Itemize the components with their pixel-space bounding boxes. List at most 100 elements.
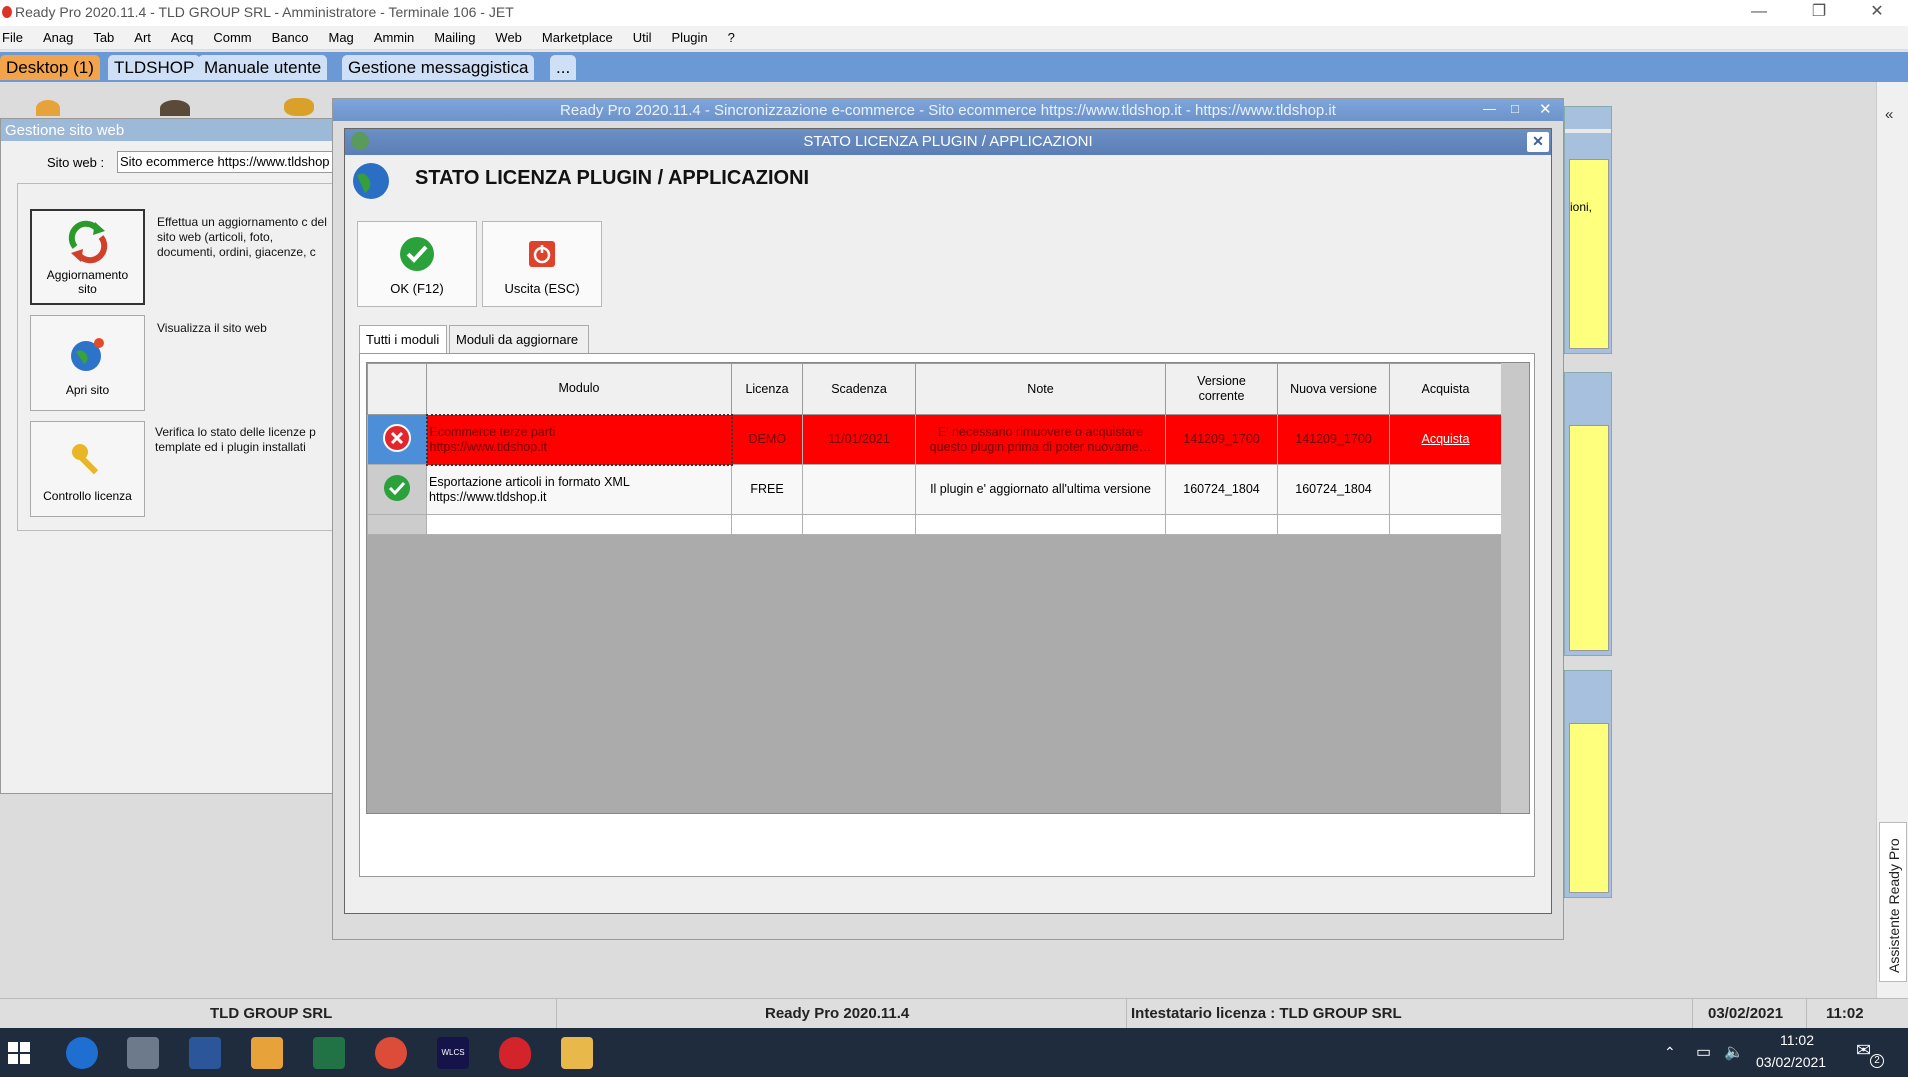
menu-mag[interactable]: Mag: [318, 26, 363, 49]
note-cell[interactable]: Il plugin e' aggiornato all'ultima versi…: [915, 464, 1166, 515]
menu-acq[interactable]: Acq: [161, 26, 203, 49]
menu-marketplace[interactable]: Marketplace: [532, 26, 623, 49]
minimize-button[interactable]: —: [1730, 0, 1788, 26]
table-row[interactable]: Ecommerce terze parti https://www.tldshop…: [367, 413, 1502, 466]
menu-mailing[interactable]: Mailing: [424, 26, 485, 49]
file-explorer-icon[interactable]: [561, 1037, 593, 1069]
column-header[interactable]: Versione corrente: [1165, 363, 1278, 415]
panel-title: Gestione sito web: [1, 119, 332, 141]
tab-tutti-i-moduli[interactable]: Tutti i moduli: [359, 325, 447, 353]
sync-minimize-icon[interactable]: —: [1483, 101, 1496, 116]
document-tab-bar: Desktop (1) TLDSHOP Manuale utente Gesti…: [0, 52, 1908, 82]
desktop-shortcut-icon[interactable]: [36, 100, 60, 116]
menu-web[interactable]: Web: [485, 26, 532, 49]
modulo-name: Ecommerce terze parti: [429, 424, 556, 439]
controllo-licenza-button[interactable]: Controllo licenza: [30, 421, 145, 517]
assistant-label: Assistente Ready Pro: [1886, 838, 1902, 973]
apri-sito-button[interactable]: Apri sito: [30, 315, 145, 411]
column-header[interactable]: Scadenza: [802, 363, 916, 415]
sync-close-icon[interactable]: ✕: [1539, 100, 1552, 118]
outlook-icon[interactable]: [251, 1037, 283, 1069]
calculator-icon[interactable]: [127, 1037, 159, 1069]
sync-maximize-icon[interactable]: □: [1511, 101, 1519, 116]
notification-icon[interactable]: ✉: [1856, 1040, 1871, 1061]
modulo-cell[interactable]: Esportazione articoli in formato XML http…: [426, 464, 732, 515]
menu-plugin[interactable]: Plugin: [662, 26, 718, 49]
tab-tldshop[interactable]: TLDSHOP: [108, 55, 201, 80]
clock-date[interactable]: 03/02/2021: [1756, 1054, 1826, 1070]
aggiornamento-sito-button[interactable]: Aggiornamento sito: [30, 209, 145, 305]
column-header[interactable]: Note: [915, 363, 1166, 415]
table-row-empty[interactable]: [367, 514, 1502, 535]
versione-corrente-cell[interactable]: 141209_1700: [1165, 414, 1278, 465]
status-date: 03/02/2021: [1708, 1005, 1784, 1022]
column-header[interactable]: Licenza: [731, 363, 803, 415]
right-panel-2: [1564, 372, 1612, 656]
tab-moduli-da-aggiornare[interactable]: Moduli da aggiornare: [449, 325, 589, 353]
ok-label: OK (F12): [390, 281, 444, 296]
dialog-caption: STATO LICENZA PLUGIN / APPLICAZIONI: [345, 129, 1551, 155]
menu-tab[interactable]: Tab: [83, 26, 124, 49]
power-icon: [529, 241, 555, 267]
licenza-cell[interactable]: FREE: [731, 464, 803, 515]
tab-manuale-utente[interactable]: Manuale utente: [198, 55, 328, 80]
dialog-close-button[interactable]: ✕: [1527, 132, 1549, 152]
readypro-icon[interactable]: [499, 1037, 531, 1069]
menu-ammin[interactable]: Ammin: [364, 26, 424, 49]
clock-time[interactable]: 11:02: [1780, 1032, 1814, 1048]
menu-util[interactable]: Util: [623, 26, 662, 49]
note-text: ioni,: [1570, 200, 1593, 214]
word-icon[interactable]: [189, 1037, 221, 1069]
column-header[interactable]: Modulo: [426, 363, 732, 415]
note-cell[interactable]: E' necessario rimuovere o acquistare ques…: [915, 414, 1166, 465]
scadenza-cell[interactable]: [802, 464, 916, 515]
users-icon[interactable]: [160, 100, 190, 116]
status-bar: TLD GROUP SRL Ready Pro 2020.11.4 Intest…: [0, 998, 1908, 1029]
column-header[interactable]: Acquista: [1389, 363, 1502, 415]
tab-desktop[interactable]: Desktop (1): [0, 55, 100, 80]
site-select[interactable]: Sito ecommerce https://www.tldshop: [117, 151, 337, 173]
restore-button[interactable]: ❐: [1790, 0, 1848, 26]
exit-label: Uscita (ESC): [504, 281, 580, 296]
menu-art[interactable]: Art: [124, 26, 161, 49]
controllo-licenza-label: Controllo licenza: [43, 489, 132, 503]
acquista-cell[interactable]: Acquista: [1389, 414, 1502, 465]
licenza-cell[interactable]: DEMO: [731, 414, 803, 465]
shortcut-icon[interactable]: [284, 98, 314, 116]
table-row[interactable]: Esportazione articoli in formato XML http…: [367, 464, 1502, 515]
column-header[interactable]: Nuova versione: [1277, 363, 1390, 415]
wlcs-icon[interactable]: WLCS: [437, 1037, 469, 1069]
volume-icon[interactable]: 🔈: [1724, 1042, 1744, 1062]
nuova-versione-cell[interactable]: 160724_1804: [1277, 464, 1390, 515]
windows-start-icon[interactable]: [8, 1042, 30, 1064]
vertical-scrollbar[interactable]: [1501, 363, 1529, 813]
assistant-tab[interactable]: Assistente Ready Pro: [1879, 822, 1907, 982]
menu-comm[interactable]: Comm: [203, 26, 261, 49]
excel-icon[interactable]: [313, 1037, 345, 1069]
modulo-url: https://www.tldshop.it: [429, 439, 547, 454]
modulo-cell[interactable]: Ecommerce terze parti https://www.tldshop…: [425, 413, 733, 466]
versione-corrente-cell[interactable]: 160724_1804: [1165, 464, 1278, 515]
chevron-up-icon[interactable]: ⌃: [1664, 1044, 1676, 1061]
modules-grid-container: Modulo Licenza Scadenza Note Versione co…: [359, 353, 1535, 877]
acquista-link[interactable]: Acquista: [1422, 432, 1470, 446]
menu-help[interactable]: ?: [718, 26, 745, 49]
network-icon[interactable]: ▭: [1696, 1042, 1711, 1062]
close-button[interactable]: ✕: [1848, 0, 1906, 26]
menu-file[interactable]: File: [0, 26, 33, 49]
ok-button[interactable]: OK (F12): [357, 221, 477, 307]
acquista-cell[interactable]: [1389, 464, 1502, 515]
chrome-icon[interactable]: [375, 1037, 407, 1069]
gestione-sito-panel: Gestione sito web Sito web : Sito ecomme…: [0, 118, 337, 794]
dialog-heading: STATO LICENZA PLUGIN / APPLICAZIONI: [415, 167, 810, 189]
menu-banco[interactable]: Banco: [262, 26, 319, 49]
menu-anag[interactable]: Anag: [33, 26, 83, 49]
tab-more[interactable]: ...: [550, 55, 577, 80]
teamviewer-icon[interactable]: [66, 1037, 98, 1069]
collapse-icon[interactable]: «: [1885, 106, 1893, 123]
scadenza-cell[interactable]: 11/01/2021: [802, 414, 916, 465]
license-status-dialog: STATO LICENZA PLUGIN / APPLICAZIONI ✕ ST…: [344, 128, 1552, 914]
exit-button[interactable]: Uscita (ESC): [482, 221, 602, 307]
tab-gestione-messaggistica[interactable]: Gestione messaggistica: [342, 55, 535, 80]
nuova-versione-cell[interactable]: 141209_1700: [1277, 414, 1390, 465]
